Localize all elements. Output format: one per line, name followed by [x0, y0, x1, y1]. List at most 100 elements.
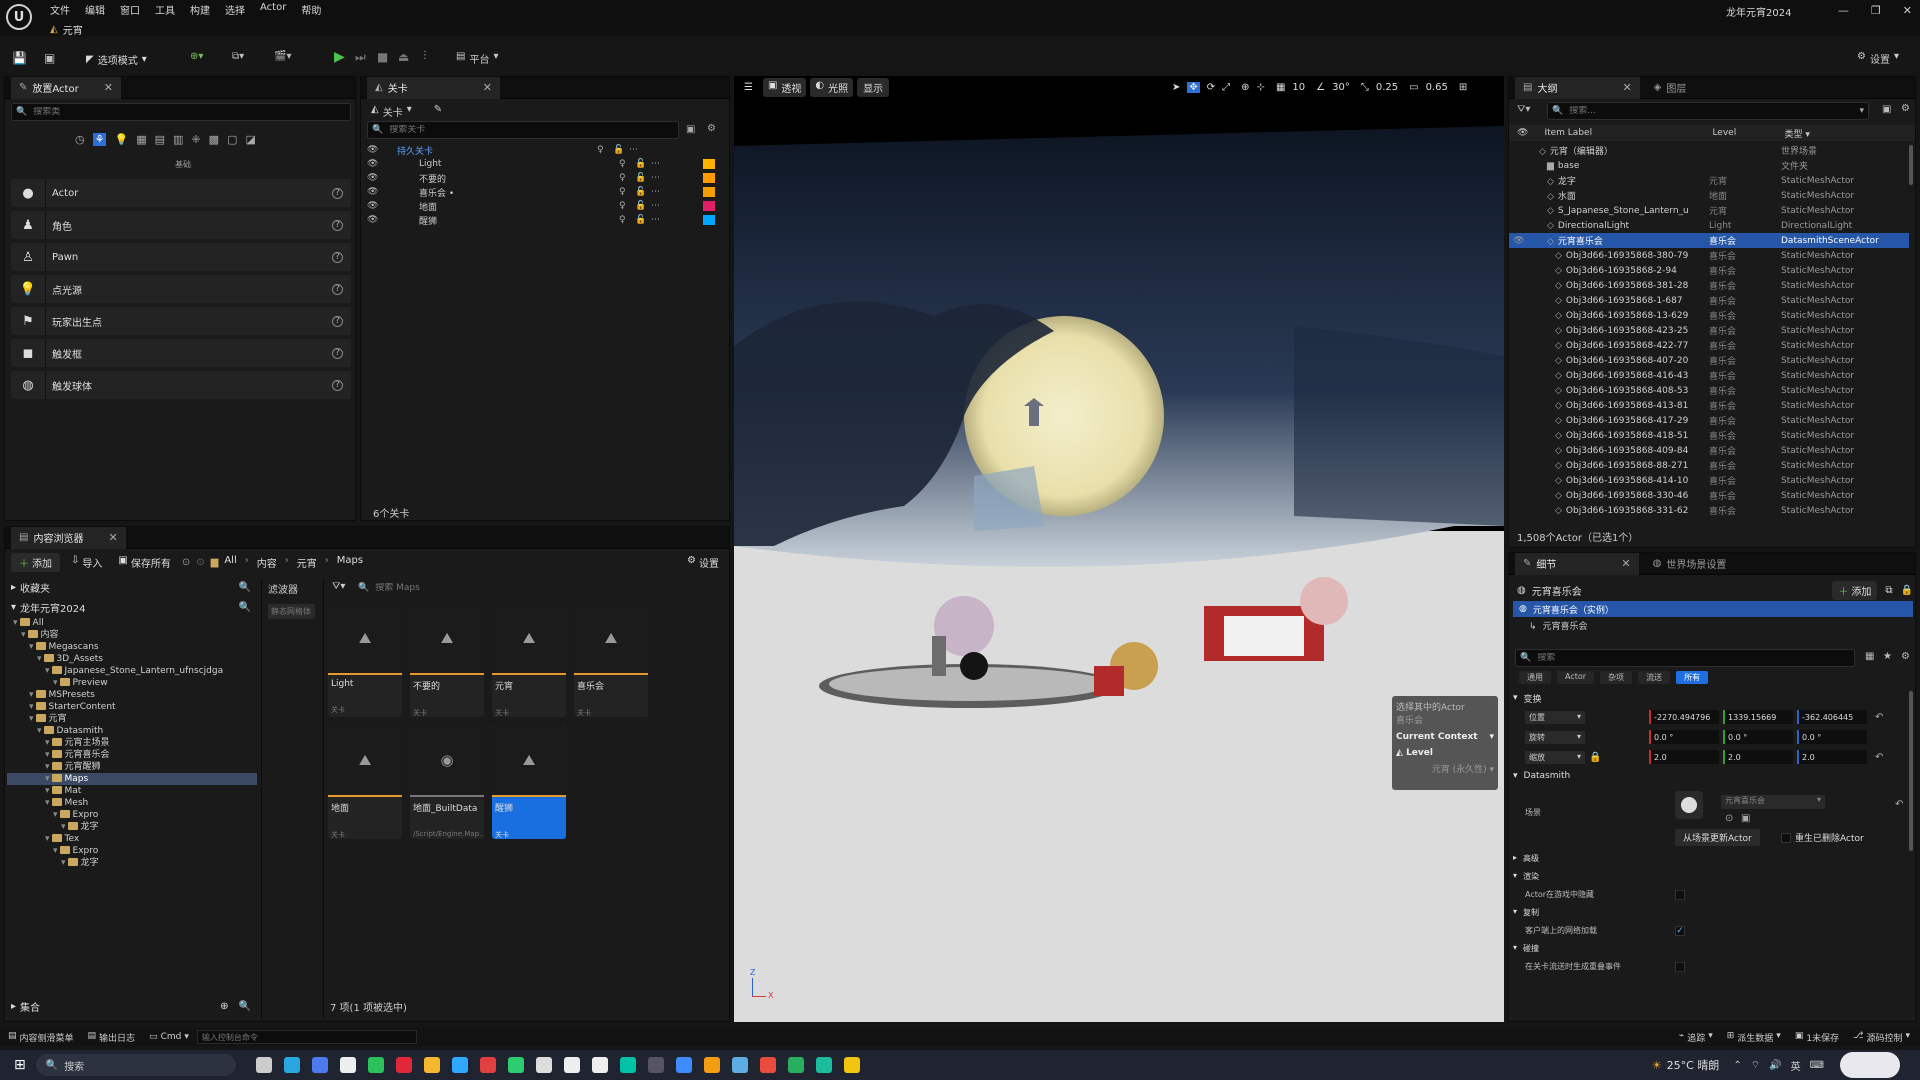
output-log-button[interactable]: ▤ 输出日志 — [88, 1031, 136, 1044]
tab-place-actors[interactable]: ✎ 放置Actor ✕ — [11, 77, 121, 99]
add-button[interactable]: ＋添加 — [11, 552, 60, 572]
import-button[interactable]: ⇩ 导入 — [66, 553, 107, 572]
hamburger-icon[interactable]: ☰ — [744, 82, 753, 93]
unreal-icon[interactable] — [563, 1057, 580, 1073]
save-icon[interactable]: 💾 — [12, 51, 27, 65]
back-icon[interactable]: ⊙ — [182, 557, 190, 568]
outliner-row[interactable]: ◇ Obj3d66-16935868-418-51 喜乐会 StaticMeshAct… — [1509, 428, 1909, 443]
outliner-row[interactable]: ◇ Obj3d66-16935868-416-43 喜乐会 StaticMeshAct… — [1509, 368, 1909, 383]
tab-world-settings[interactable]: ◍ 世界场景设置 — [1645, 553, 1735, 575]
streaming-icon[interactable]: ⋯ — [651, 201, 691, 211]
collections-header[interactable]: ▸ 集合 ⊕ 🔍 — [11, 999, 251, 1014]
task-view-icon[interactable] — [255, 1057, 272, 1073]
visibility-icon[interactable]: 👁 — [367, 215, 381, 225]
folder-icon[interactable]: ▣ — [1741, 813, 1750, 824]
location-z[interactable] — [1797, 710, 1867, 724]
shapes-icon[interactable]: ▦ — [136, 133, 146, 146]
actor-name[interactable]: 元宵喜乐会 — [1532, 583, 1582, 598]
breadcrumb-item[interactable]: All — [224, 555, 236, 570]
menu-item[interactable]: 文件 — [50, 2, 70, 17]
scale-icon[interactable]: ⤢ — [1222, 82, 1230, 93]
layout-icon[interactable]: ⊞ — [1459, 82, 1467, 93]
advanced-section[interactable]: ▸ 高级 — [1513, 853, 1539, 864]
gear-icon[interactable]: ⚙ — [1901, 651, 1910, 662]
unreal-icon[interactable] — [591, 1057, 608, 1073]
details-filter-button[interactable]: 所有 — [1676, 671, 1709, 684]
folder-tree-item[interactable]: ▾ Expro — [7, 809, 257, 821]
folder-tree-item[interactable]: ▾ Megascans — [7, 641, 257, 653]
lighting-icon[interactable]: ♀ — [597, 145, 613, 155]
asset-search-input[interactable] — [375, 583, 724, 593]
outliner-row[interactable]: ◇ Obj3d66-16935868-408-53 喜乐会 StaticMeshAct… — [1509, 383, 1909, 398]
cinematics-icon[interactable]: 🎬▾ — [274, 51, 291, 62]
save-all-button[interactable]: ▣ 保存所有 — [113, 553, 175, 572]
details-search-input[interactable] — [1537, 653, 1854, 663]
favorites-header[interactable]: ▸ 收藏夹 🔍 — [7, 579, 257, 595]
network-icon[interactable]: ⌔ — [1751, 1059, 1760, 1072]
help-icon[interactable]: ? — [332, 187, 343, 199]
lock-icon[interactable]: 🔓 — [635, 159, 651, 169]
menu-item[interactable]: 选择 — [225, 2, 245, 17]
unsaved-button[interactable]: ▣ 1未保存 — [1795, 1031, 1839, 1044]
rotation-dropdown[interactable]: 旋转 ▾ — [1525, 730, 1585, 744]
collision-section[interactable]: ▾ 碰撞 — [1513, 943, 1539, 954]
lighting-icon[interactable]: ♀ — [619, 159, 635, 169]
folder-tree-item[interactable]: ▾ Mat — [7, 785, 257, 797]
visibility-icon[interactable]: 👁 — [367, 173, 381, 183]
actor-item[interactable]: ◍ 触发球体? — [11, 371, 351, 399]
outliner-row[interactable]: ◇ Obj3d66-16935868-409-84 喜乐会 StaticMeshAct… — [1509, 443, 1909, 458]
folder-tree-item[interactable]: ▾ MSPresets — [7, 689, 257, 701]
folder-tree-item[interactable]: ▾ All — [7, 617, 257, 629]
camera-speed-value[interactable]: 0.65 — [1426, 82, 1448, 93]
asset-tile[interactable]: ⛰ 不要的 关卡 — [410, 603, 484, 717]
menu-item[interactable]: 工具 — [155, 2, 175, 17]
star-icon[interactable]: ★ — [1883, 651, 1892, 662]
rotate-icon[interactable]: ⟳ — [1207, 82, 1215, 93]
ime-indicator[interactable]: 英 — [1791, 1058, 1801, 1073]
folder-tree-item[interactable]: ▾ 龙字 — [7, 821, 257, 833]
app-green2-icon[interactable] — [787, 1057, 804, 1073]
content-drawer-button[interactable]: ▤ 内容侧滑菜单 — [8, 1031, 74, 1044]
levels-search[interactable]: 🔍 — [367, 121, 679, 139]
visibility-icon[interactable]: 👁 — [1517, 128, 1528, 138]
details-filter-button[interactable]: 杂项 — [1600, 671, 1633, 684]
outliner-row[interactable]: ◇ DirectionalLight Light DirectionalLight — [1509, 218, 1909, 233]
lighting-icon[interactable]: ♀ — [619, 215, 635, 225]
actor-item[interactable]: ◼ 触发框? — [11, 339, 351, 367]
basic-icon[interactable]: ⚘ — [92, 133, 107, 146]
grid-snap-icon[interactable]: ▦ — [1276, 82, 1285, 93]
m-icon[interactable] — [619, 1057, 636, 1073]
component-row[interactable]: ↳ 元宵喜乐会 — [1529, 619, 1588, 632]
reset-icon[interactable]: ↶ — [1875, 752, 1883, 763]
cb-settings-button[interactable]: ⚙ 设置 — [687, 555, 719, 570]
outliner-row[interactable]: ◇ Obj3d66-16935868-423-25 喜乐会 StaticMeshAct… — [1509, 323, 1909, 338]
save-icon[interactable]: ▣ — [686, 124, 695, 135]
folder-tree-item[interactable]: ▾ 元宵主场景 — [7, 737, 257, 749]
scale-dropdown[interactable]: 缩放 ▾ — [1525, 750, 1585, 764]
tab-layers[interactable]: ◈ 图层 — [1646, 77, 1695, 99]
forward-icon[interactable]: ⊙ — [196, 557, 204, 568]
update-actor-button[interactable]: 从场景更新Actor — [1675, 829, 1760, 846]
streaming-icon[interactable]: ⋯ — [629, 145, 669, 155]
lock-icon[interactable]: 🔒 — [1589, 752, 1645, 763]
outliner-row[interactable]: ◇ Obj3d66-16935868-380-79 喜乐会 StaticMeshAct… — [1509, 248, 1909, 263]
outliner-row[interactable]: ◇ Obj3d66-16935868-407-20 喜乐会 StaticMeshAct… — [1509, 353, 1909, 368]
folder-tree-item[interactable]: ▾ Preview — [7, 677, 257, 689]
source-control-button[interactable]: ⎇ 源码控制 ▾ — [1853, 1031, 1910, 1044]
lock-icon[interactable]: 🔓 — [635, 215, 651, 225]
class-search-input[interactable] — [33, 107, 350, 117]
rotation-x[interactable] — [1649, 730, 1719, 744]
visibility-icon[interactable]: 👁 — [367, 201, 381, 211]
lighting-icon[interactable]: ♀ — [619, 201, 635, 211]
help-icon[interactable]: ? — [332, 283, 343, 295]
levels-search-input[interactable] — [389, 125, 678, 135]
asset-tile[interactable]: ⛰ 喜乐会 关卡 — [574, 603, 648, 717]
cinematic-icon[interactable]: ▤ — [155, 133, 165, 146]
custom-icon[interactable]: ◪ — [245, 133, 255, 146]
restore-icon[interactable]: ❐ — [1871, 4, 1881, 17]
world-icon[interactable]: ⊕ — [1241, 82, 1249, 93]
col-level[interactable]: Level — [1712, 128, 1784, 138]
play-icon[interactable]: ▶ — [334, 49, 345, 65]
lock-icon[interactable]: 🔓 — [635, 201, 651, 211]
hidden-in-game-checkbox[interactable] — [1675, 889, 1685, 900]
